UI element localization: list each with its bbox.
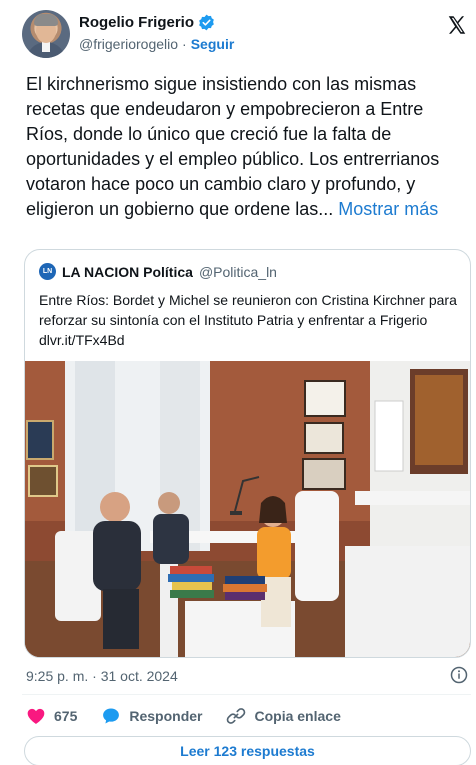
x-logo-icon[interactable] — [446, 14, 468, 36]
quoted-author-handle: @Politica_ln — [198, 263, 277, 280]
quoted-avatar: LN — [39, 263, 56, 280]
show-more-link[interactable]: Mostrar más — [338, 199, 438, 219]
copy-link-label: Copia enlace — [254, 708, 341, 724]
author-handle-row: @frigeriorogelio · Seguir — [79, 36, 234, 52]
tweet-timestamp[interactable]: 9:25 p. m. · 31 oct. 2024 — [26, 668, 178, 684]
tweet-text: El kirchnerismo sigue insistiendo con la… — [26, 74, 440, 219]
reply-bubble-icon — [103, 708, 120, 724]
read-replies-button[interactable]: Leer 123 respuestas — [24, 736, 471, 765]
author-handle[interactable]: @frigeriorogelio — [79, 36, 178, 52]
heart-icon — [27, 708, 45, 724]
verified-badge-icon — [199, 14, 214, 31]
tweet-body: El kirchnerismo sigue insistiendo con la… — [26, 72, 470, 222]
author-name[interactable]: Rogelio Frigerio — [79, 14, 194, 31]
reply-label: Responder — [129, 708, 203, 724]
like-button[interactable]: 675 — [26, 706, 77, 726]
quoted-photo[interactable] — [25, 361, 471, 658]
follow-button[interactable]: Seguir — [191, 36, 235, 52]
author-avatar[interactable] — [22, 10, 70, 58]
quoted-text: Entre Ríos: Bordet y Michel se reunieron… — [39, 292, 457, 348]
info-icon[interactable] — [450, 666, 468, 684]
tweet-header: Rogelio Frigerio @frigeriorogelio · Segu… — [22, 8, 472, 60]
author-name-row: Rogelio Frigerio — [79, 14, 215, 31]
link-icon — [227, 708, 246, 724]
divider — [22, 694, 471, 695]
copy-link-button[interactable]: Copia enlace — [226, 706, 341, 726]
reply-button[interactable]: Responder — [101, 706, 202, 726]
tweet-actions: 675 Responder Copia enlace — [26, 704, 365, 728]
tweet-card: Rogelio Frigerio @frigeriorogelio · Segu… — [0, 0, 476, 765]
quoted-header: LN LA NACION Política @Politica_ln — [39, 263, 277, 280]
quoted-author-name: LA NACION Política — [62, 263, 193, 280]
like-count: 675 — [54, 708, 78, 724]
separator-dot: · — [182, 36, 187, 52]
quoted-tweet[interactable]: LN LA NACION Política @Politica_ln Entre… — [24, 249, 471, 658]
